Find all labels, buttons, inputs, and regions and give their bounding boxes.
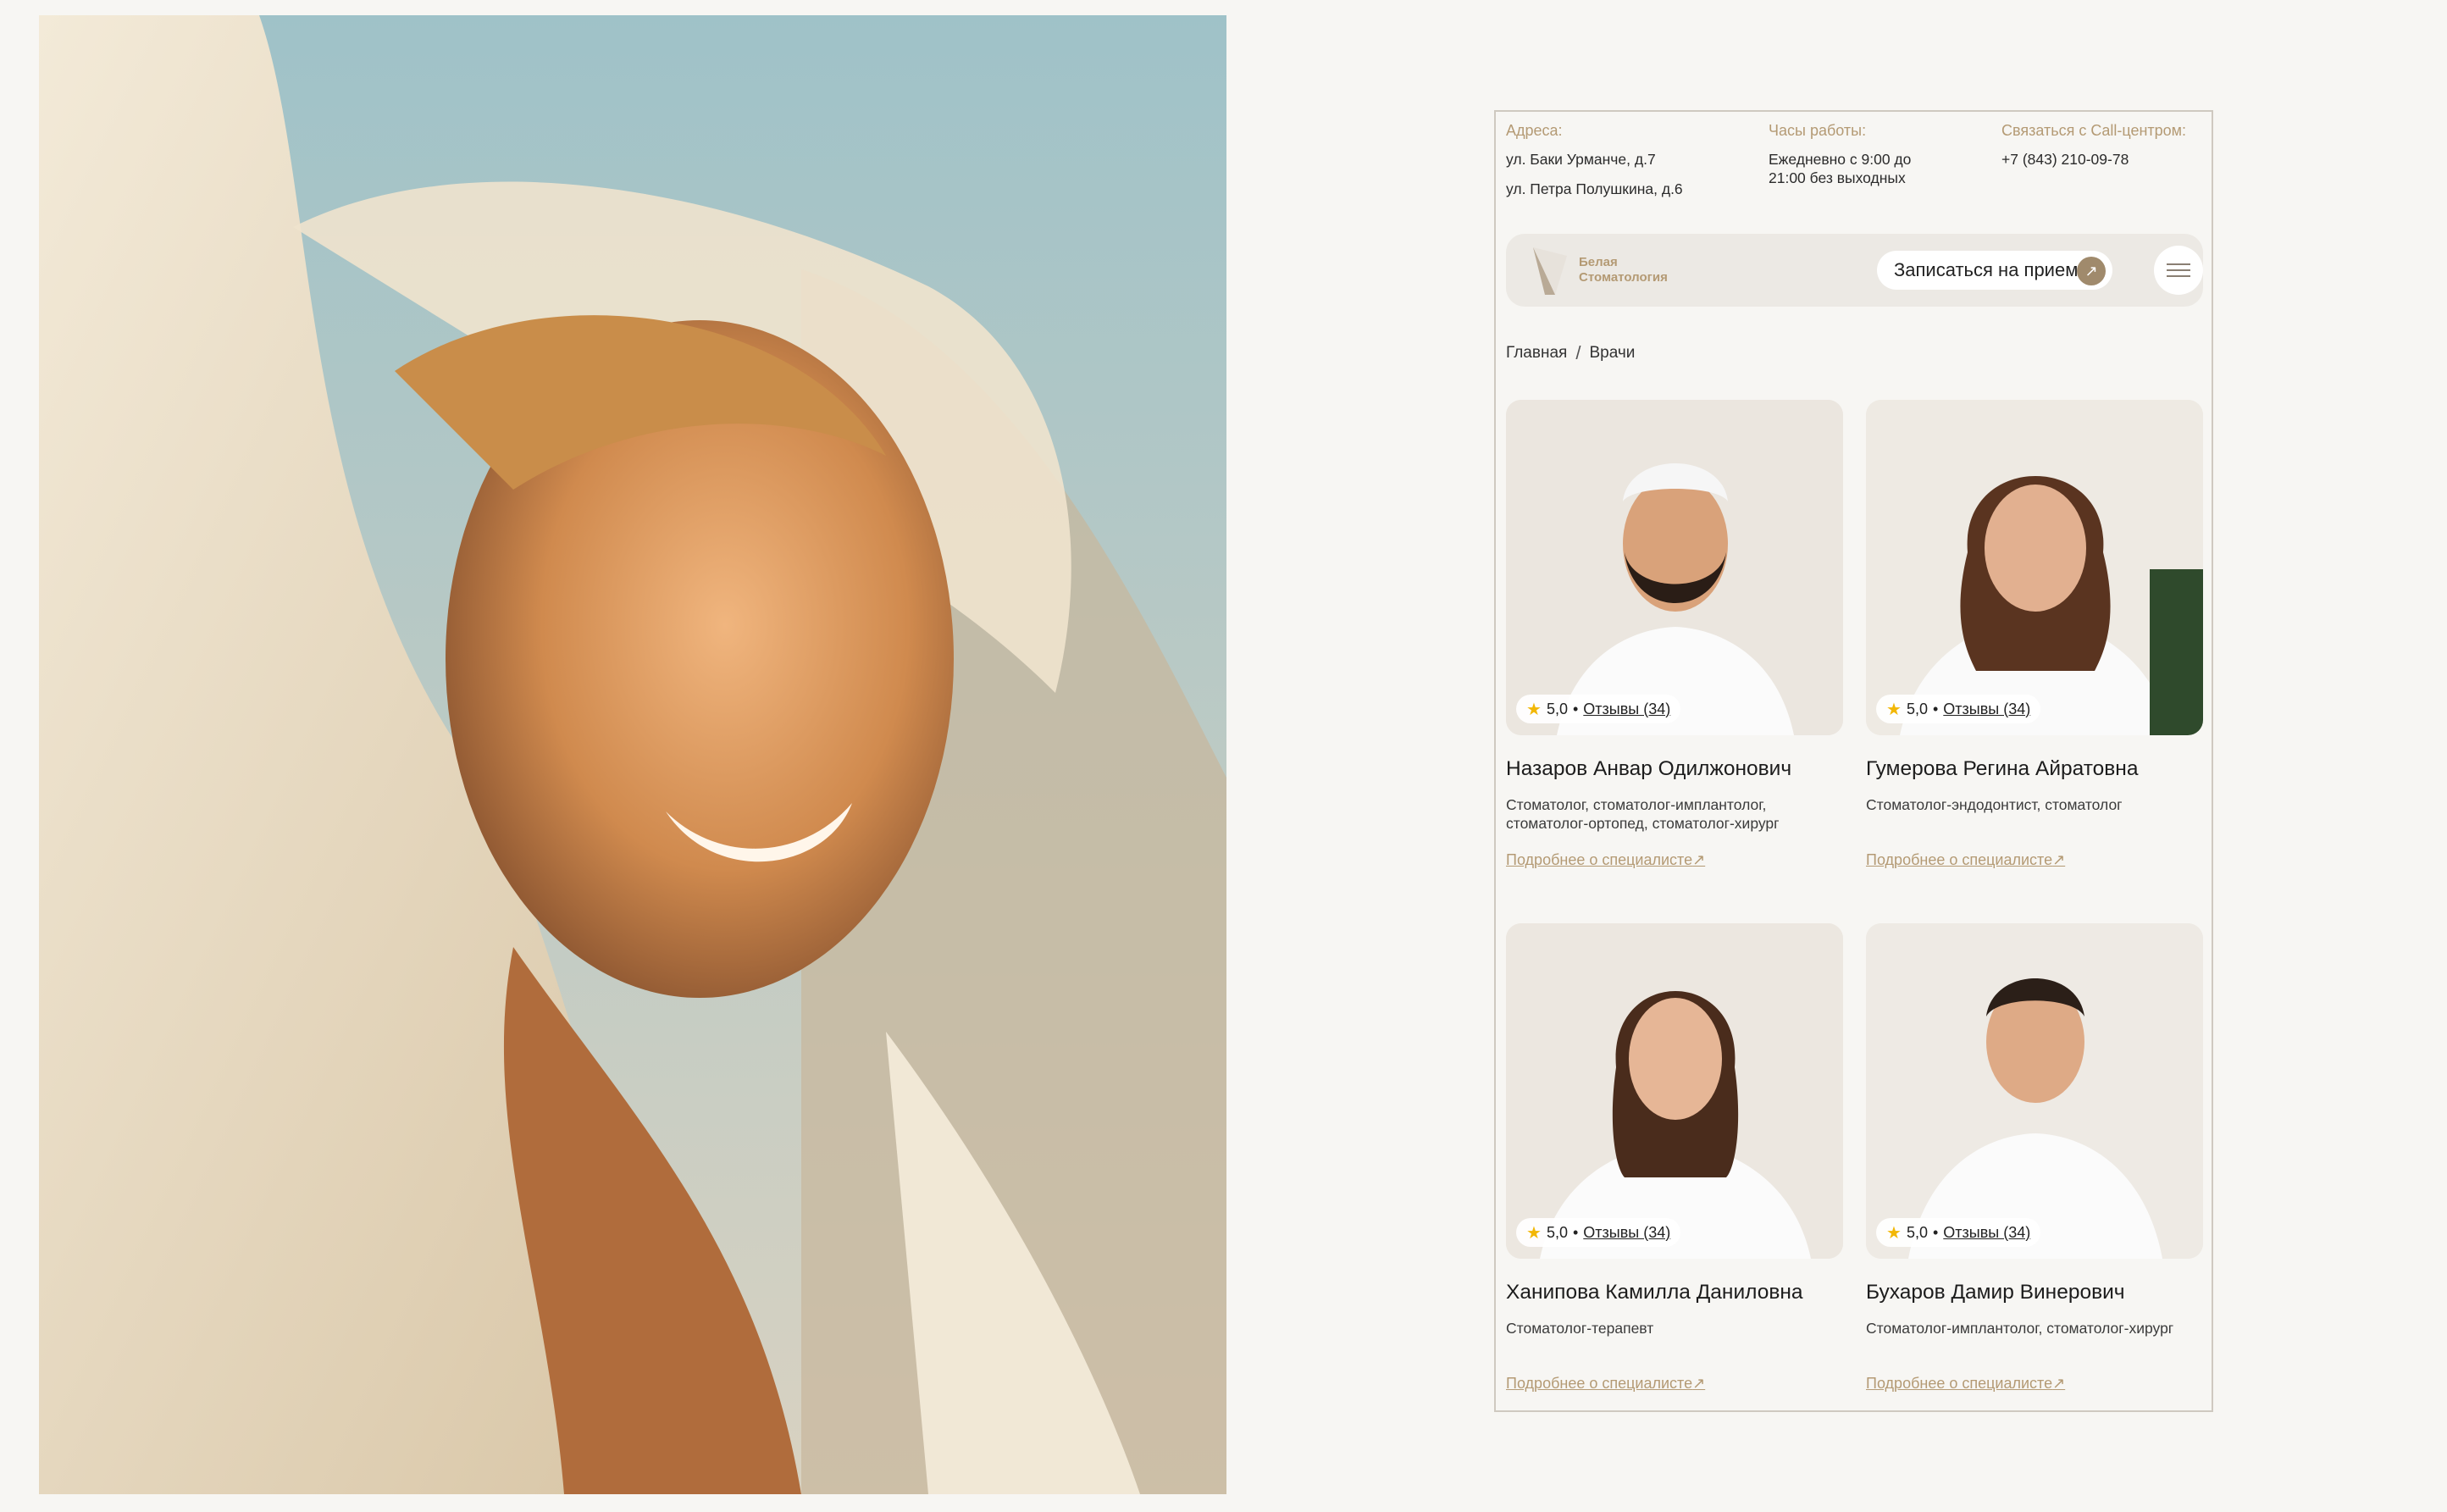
star-icon: ★: [1886, 1223, 1902, 1243]
rating-badge[interactable]: ★ 5,0 • Отзывы (34): [1516, 695, 1681, 723]
logo-line-1: Белая: [1579, 255, 1618, 269]
doctor-card[interactable]: ★ 5,0 • Отзывы (34) Гумерова Регина Айра…: [1866, 400, 2203, 869]
doctor-details-link[interactable]: Подробнее о специалисте↗: [1506, 1375, 1843, 1393]
header-navbar: Белая Стоматология Записаться на прием ↗: [1506, 234, 2203, 307]
doctor-name[interactable]: Назаров Анвар Одилжонович: [1506, 757, 1843, 781]
doctor-card[interactable]: ★ 5,0 • Отзывы (34) Назаров Анвар Одилжо…: [1506, 400, 1843, 869]
doctor-portrait-image: [1866, 400, 2203, 735]
call-center-block: Связаться с Call-центром: +7 (843) 210-0…: [2001, 122, 2212, 180]
breadcrumb-current: Врачи: [1589, 344, 1636, 362]
star-icon: ★: [1886, 700, 1902, 719]
hours-line-2: 21:00 без выходных: [1769, 169, 1906, 186]
doctor-name[interactable]: Ханипова Камилла Даниловна: [1506, 1281, 1843, 1304]
hours-label: Часы работы:: [1769, 122, 1867, 139]
external-arrow-icon: ↗: [1692, 1375, 1706, 1392]
doctor-photo[interactable]: ★ 5,0 • Отзывы (34): [1506, 400, 1843, 735]
rating-value: 5,0: [1906, 700, 1928, 717]
contact-info-bar: Адреса: ул. Баки Урманче, д.7 ул. Петра …: [1506, 122, 2201, 224]
hamburger-menu-icon-line: [2167, 275, 2190, 277]
book-appointment-label: Записаться на прием: [1894, 259, 2079, 280]
rating-value: 5,0: [1546, 1223, 1568, 1241]
rating-badge[interactable]: ★ 5,0 • Отзывы (34): [1876, 695, 2041, 723]
reviews-link[interactable]: Отзывы (34): [1583, 701, 1670, 718]
doctor-specialization: Стоматолог-имплантолог, стоматолог-хирур…: [1866, 1320, 2174, 1337]
external-arrow-icon: ↗: [1692, 851, 1706, 868]
rating-value: 5,0: [1546, 700, 1568, 717]
doctor-portrait-image: [1866, 923, 2203, 1259]
doctor-details-label: Подробнее о специалисте: [1506, 1375, 1693, 1392]
logo-text: Белая Стоматология: [1579, 255, 1668, 285]
doctor-card[interactable]: ★ 5,0 • Отзывы (34) Бухаров Дамир Винеро…: [1866, 923, 2203, 1393]
hero-photo: [39, 15, 1226, 1494]
doctor-specialization: Стоматолог-терапевт: [1506, 1320, 1654, 1337]
hamburger-menu-icon: [2167, 263, 2190, 265]
mobile-page-mockup: Адреса: ул. Баки Урманче, д.7 ул. Петра …: [1494, 110, 2213, 1412]
hamburger-menu-button[interactable]: [2154, 246, 2203, 295]
rating-badge[interactable]: ★ 5,0 • Отзывы (34): [1516, 1218, 1681, 1247]
address-2[interactable]: ул. Петра Полушкина, д.6: [1506, 180, 1760, 198]
hours-line-1: Ежедневно с 9:00 до: [1769, 151, 1912, 168]
rating-value: 5,0: [1906, 1223, 1928, 1241]
reviews-link[interactable]: Отзывы (34): [1583, 1224, 1670, 1242]
doctor-portrait-image: [1506, 923, 1843, 1259]
dot-separator: •: [1572, 1223, 1579, 1241]
doctor-specialization: Стоматолог-эндодонтист, стоматолог: [1866, 796, 2123, 813]
doctor-details-label: Подробнее о специалисте: [1866, 851, 2053, 868]
doctor-photo[interactable]: ★ 5,0 • Отзывы (34): [1506, 923, 1843, 1259]
arrow-up-right-icon: ↗: [2077, 257, 2106, 285]
rating-badge[interactable]: ★ 5,0 • Отзывы (34): [1876, 1218, 2041, 1247]
doctor-details-link[interactable]: Подробнее о специалисте↗: [1506, 851, 1843, 869]
doctor-photo[interactable]: ★ 5,0 • Отзывы (34): [1866, 923, 2203, 1259]
dot-separator: •: [1572, 700, 1579, 717]
reviews-link[interactable]: Отзывы (34): [1943, 701, 2030, 718]
dot-separator: •: [1932, 1223, 1939, 1241]
doctor-portrait-image: [1506, 400, 1843, 735]
doctor-details-link[interactable]: Подробнее о специалисте↗: [1866, 1375, 2203, 1393]
doctor-details-link[interactable]: Подробнее о специалисте↗: [1866, 851, 2203, 869]
breadcrumb: Главная / Врачи: [1506, 342, 1635, 364]
doctor-name[interactable]: Бухаров Дамир Винерович: [1866, 1281, 2203, 1304]
phone-link[interactable]: +7 (843) 210-09-78: [2001, 150, 2212, 169]
addresses-block: Адреса: ул. Баки Урманче, д.7 ул. Петра …: [1506, 122, 1760, 209]
hours-block: Часы работы: Ежедневно с 9:00 до 21:00 б…: [1769, 122, 1989, 198]
reviews-link[interactable]: Отзывы (34): [1943, 1224, 2030, 1242]
external-arrow-icon: ↗: [2052, 1375, 2066, 1392]
doctor-details-label: Подробнее о специалисте: [1866, 1375, 2053, 1392]
logo-line-2: Стоматология: [1579, 270, 1668, 285]
logo[interactable]: Белая Стоматология: [1530, 244, 1668, 296]
doctor-details-label: Подробнее о специалисте: [1506, 851, 1693, 868]
tooth-logo-icon: [1533, 247, 1567, 295]
address-1[interactable]: ул. Баки Урманче, д.7: [1506, 150, 1760, 169]
addresses-label: Адреса:: [1506, 122, 1563, 139]
doctor-photo[interactable]: ★ 5,0 • Отзывы (34): [1866, 400, 2203, 735]
hero-photo-smiling-woman: [39, 15, 1226, 1494]
doctor-name[interactable]: Гумерова Регина Айратовна: [1866, 757, 2203, 781]
dot-separator: •: [1932, 700, 1939, 717]
star-icon: ★: [1526, 700, 1542, 719]
call-center-label: Связаться с Call-центром:: [2001, 122, 2187, 139]
breadcrumb-separator: /: [1575, 342, 1581, 363]
star-icon: ★: [1526, 1223, 1542, 1243]
breadcrumb-home[interactable]: Главная: [1506, 344, 1567, 363]
hamburger-menu-icon-line: [2167, 269, 2190, 271]
doctor-specialization: Стоматолог, стоматолог-имплантолог, стом…: [1506, 796, 1780, 832]
external-arrow-icon: ↗: [2052, 851, 2066, 868]
book-appointment-button[interactable]: Записаться на прием ↗: [1877, 251, 2112, 290]
doctor-card[interactable]: ★ 5,0 • Отзывы (34) Ханипова Камилла Дан…: [1506, 923, 1843, 1393]
